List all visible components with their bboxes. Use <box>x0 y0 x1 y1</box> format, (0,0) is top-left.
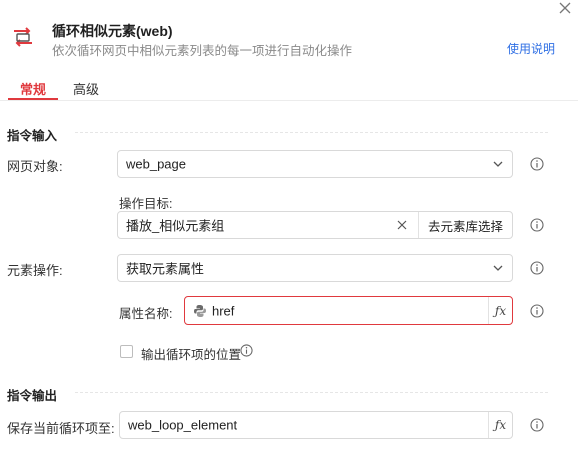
clear-icon[interactable] <box>397 220 407 230</box>
output-index-checkbox[interactable] <box>120 345 133 358</box>
tab-general[interactable]: 常规 <box>20 79 46 98</box>
element-action-label: 元素操作: <box>7 263 63 278</box>
dialog-title: 循环相似元素(web) <box>52 23 173 39</box>
chevron-down-icon <box>493 161 503 167</box>
tab-divider <box>0 100 578 101</box>
section-title-input: 指令输入 <box>7 129 58 143</box>
target-field[interactable]: 播放_相似元素组 去元素库选择 <box>117 211 513 239</box>
attribute-name-input[interactable]: href ƒx <box>184 296 513 325</box>
attribute-name-label: 属性名称: <box>119 307 173 321</box>
fx-icon[interactable]: ƒx <box>488 297 512 324</box>
attribute-name-value: href <box>212 303 235 318</box>
section-divider <box>75 392 548 393</box>
help-link[interactable]: 使用说明 <box>507 40 555 57</box>
target-value: 播放_相似元素组 <box>126 218 225 234</box>
info-icon[interactable] <box>530 304 544 318</box>
info-icon[interactable] <box>530 218 544 232</box>
section-divider <box>75 132 548 133</box>
loop-element-icon <box>11 26 35 48</box>
section-title-output: 指令输出 <box>7 389 58 403</box>
close-icon[interactable] <box>557 0 573 16</box>
info-icon[interactable] <box>530 418 544 432</box>
web-object-value: web_page <box>126 156 186 172</box>
output-index-label[interactable]: 输出循环项的位置 <box>141 344 241 363</box>
python-icon <box>194 305 206 317</box>
element-action-value: 获取元素属性 <box>126 261 205 277</box>
info-icon[interactable] <box>240 344 253 357</box>
web-object-select[interactable]: web_page <box>117 150 513 178</box>
tab-advanced[interactable]: 高级 <box>73 79 99 98</box>
target-label: 操作目标: <box>119 197 173 211</box>
chevron-down-icon <box>493 265 503 271</box>
info-icon[interactable] <box>530 261 544 275</box>
save-current-label: 保存当前循环项至: <box>7 421 115 436</box>
info-icon[interactable] <box>530 157 544 171</box>
dialog-subtitle: 依次循环网页中相似元素列表的每一项进行自动化操作 <box>52 44 353 58</box>
save-current-input[interactable]: web_loop_element ƒx <box>119 411 513 439</box>
save-current-value: web_loop_element <box>128 417 238 433</box>
fx-icon[interactable]: ƒx <box>488 412 512 438</box>
element-library-button[interactable]: 去元素库选择 <box>418 212 512 238</box>
web-object-label: 网页对象: <box>7 159 63 174</box>
element-action-select[interactable]: 获取元素属性 <box>117 254 513 282</box>
